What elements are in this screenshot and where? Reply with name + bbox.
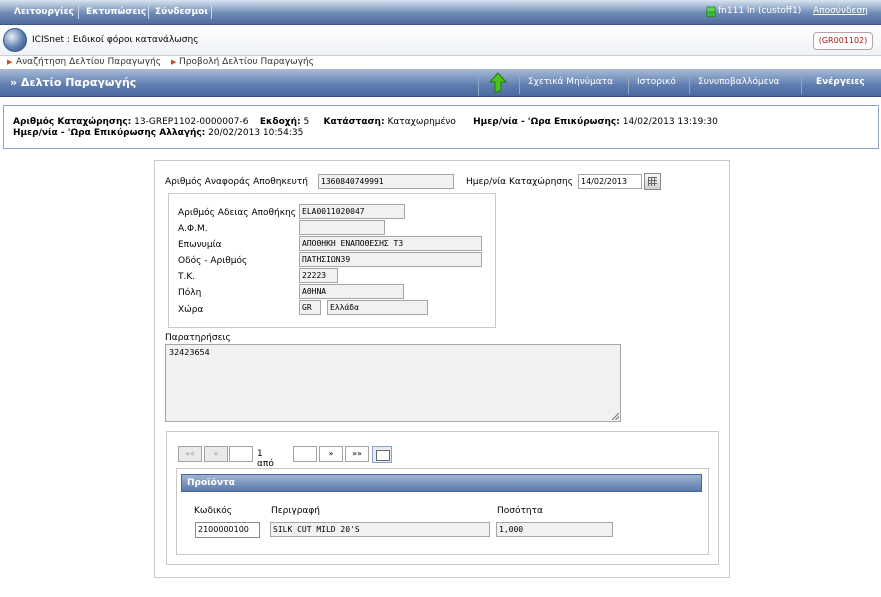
validation-value: 14/02/2013 13:19:30: [622, 117, 718, 127]
top-menu-bar: Λειτουργίες Εκτυπώσεις Σύνδεσμοι fn111 l…: [0, 0, 881, 25]
breadcrumb-search-link[interactable]: Αναζήτηση Δελτίου Παραγωγής: [16, 57, 161, 67]
calendar-icon[interactable]: [644, 173, 661, 190]
zip-field[interactable]: 22223: [299, 268, 338, 283]
pager-prev-button[interactable]: «: [204, 446, 228, 462]
pager-blank-cell: [229, 446, 253, 462]
breadcrumb-arrow-icon: ▶: [7, 58, 13, 66]
validation-label: Ημερ/νία - 'Ωρα Επικύρωσης:: [473, 117, 620, 127]
resize-handle-icon[interactable]: [612, 413, 619, 420]
products-header: Προϊόντα: [181, 474, 702, 492]
license-label: Αριθμός Αδειας Αποθήκης: [178, 208, 297, 218]
tab-separator: [519, 72, 520, 94]
name-field[interactable]: ΑΠΟΘΗΚΗ ΕΝΑΠΟΘΕΣΗΣ Τ3: [299, 236, 482, 251]
reg-no-label: Αριθμός Καταχώρησης:: [13, 117, 132, 127]
app-header: ICISnet : Ειδικοί φόροι κατανάλωσης (GR0…: [0, 26, 881, 56]
tab-separator: [628, 72, 629, 94]
tab-attachments[interactable]: Συνυποβαλλόμενα: [698, 77, 779, 87]
tab-history[interactable]: Ιστορικό: [637, 77, 676, 87]
tab-related-messages[interactable]: Σχετικά Μηνύματα: [528, 77, 613, 87]
globe-logo-icon: [3, 28, 27, 52]
change-label: Ημερ/νία - 'Ωρα Επικύρωσης Αλλαγής:: [13, 128, 206, 138]
app-title: ICISnet : Ειδικοί φόροι κατανάλωσης: [32, 35, 199, 45]
go-up-button[interactable]: [478, 70, 516, 96]
view-table-icon[interactable]: [372, 446, 392, 463]
pager-blank-cell: [293, 446, 317, 462]
pager-last-button[interactable]: »»: [345, 446, 369, 462]
version-label: Εκδοχή:: [259, 117, 301, 127]
col-qty-header: Ποσότητα: [497, 506, 543, 516]
remarks-text: 32423654: [169, 348, 210, 357]
change-value: 20/02/2013 10:54:35: [208, 128, 304, 138]
menu-prints[interactable]: Εκτυπώσεις: [86, 7, 146, 17]
breadcrumb-current: Προβολή Δελτίου Παραγωγής: [179, 57, 315, 67]
tab-separator: [689, 72, 690, 94]
remarks-label: Παρατηρήσεις: [165, 333, 231, 343]
user-icon: [706, 6, 716, 17]
country-code-field[interactable]: GR: [299, 300, 321, 315]
menu-separator: [148, 5, 149, 19]
name-label: Επωνυμία: [178, 240, 222, 250]
zip-label: Τ.Κ.: [178, 272, 196, 282]
menu-separator: [78, 5, 79, 19]
tab-separator: [801, 72, 802, 94]
remarks-textarea[interactable]: 32423654: [165, 344, 621, 422]
pager-first-button[interactable]: ««: [178, 446, 202, 462]
menu-operations[interactable]: Λειτουργίες: [14, 7, 74, 17]
afm-field[interactable]: [299, 220, 385, 235]
warehouse-ref-label: Αριθμός Αναφοράς Αποθηκευτή: [165, 177, 308, 187]
document-summary: Αριθμός Καταχώρησης: 13-GREP1102-0000007…: [3, 105, 879, 149]
current-user: fn111 ln (custoff1): [718, 6, 802, 16]
status-value: Καταχωρημένο: [387, 117, 456, 127]
pager-next-button[interactable]: »: [319, 446, 343, 462]
warehouse-ref-field[interactable]: 1360840749991: [318, 174, 454, 189]
version-value: 5: [303, 117, 310, 127]
menu-separator: [211, 5, 212, 19]
menu-links[interactable]: Σύνδεσμοι: [155, 7, 208, 17]
breadcrumb-arrow-icon: ▶: [171, 58, 177, 66]
logout-link[interactable]: Αποσύνδεση: [813, 6, 868, 16]
col-desc-header: Περιγραφή: [271, 506, 321, 516]
page-title: » Δελτίο Παραγωγής: [10, 76, 137, 89]
summary-line-1: Αριθμός Καταχώρησης: 13-GREP1102-0000007…: [13, 117, 718, 127]
reg-date-field[interactable]: 14/02/2013: [578, 174, 642, 189]
product-qty-field[interactable]: 1,000: [496, 522, 613, 537]
office-code-badge: (GR001102): [813, 32, 873, 50]
section-header: » Δελτίο Παραγωγής Σχετικά Μηνύματα Ιστο…: [0, 69, 881, 97]
reg-date-label: Ημερ/νία Καταχώρησης: [466, 177, 573, 187]
col-code-header: Κωδικός: [194, 506, 233, 516]
country-name-field[interactable]: Ελλάδα: [327, 300, 428, 315]
afm-label: Α.Φ.Μ.: [178, 224, 208, 234]
product-desc-field[interactable]: SILK CUT MILD 20'S: [270, 522, 490, 537]
city-field[interactable]: ΑΘΗΝΑ: [299, 284, 404, 299]
product-code-field[interactable]: 2100000100: [195, 522, 260, 538]
breadcrumb: ▶ Αναζήτηση Δελτίου Παραγωγής ▶ Προβολή …: [0, 57, 881, 69]
country-label: Χώρα: [178, 305, 204, 315]
license-field[interactable]: ELA0011020047: [299, 204, 405, 219]
street-field[interactable]: ΠΑΤΗΣΙΩΝ39: [299, 252, 482, 267]
actions-menu[interactable]: Ενέργειες: [816, 77, 865, 87]
green-arrow-up-icon: [488, 72, 508, 94]
reg-no-value: 13-GREP1102-0000007-6: [134, 117, 249, 127]
city-label: Πόλη: [178, 288, 202, 298]
street-label: Οδός - Αριθμός: [178, 256, 248, 266]
summary-line-2: Ημερ/νία - 'Ωρα Επικύρωσης Αλλαγής: 20/0…: [13, 128, 303, 138]
status-label: Κατάσταση:: [323, 117, 385, 127]
